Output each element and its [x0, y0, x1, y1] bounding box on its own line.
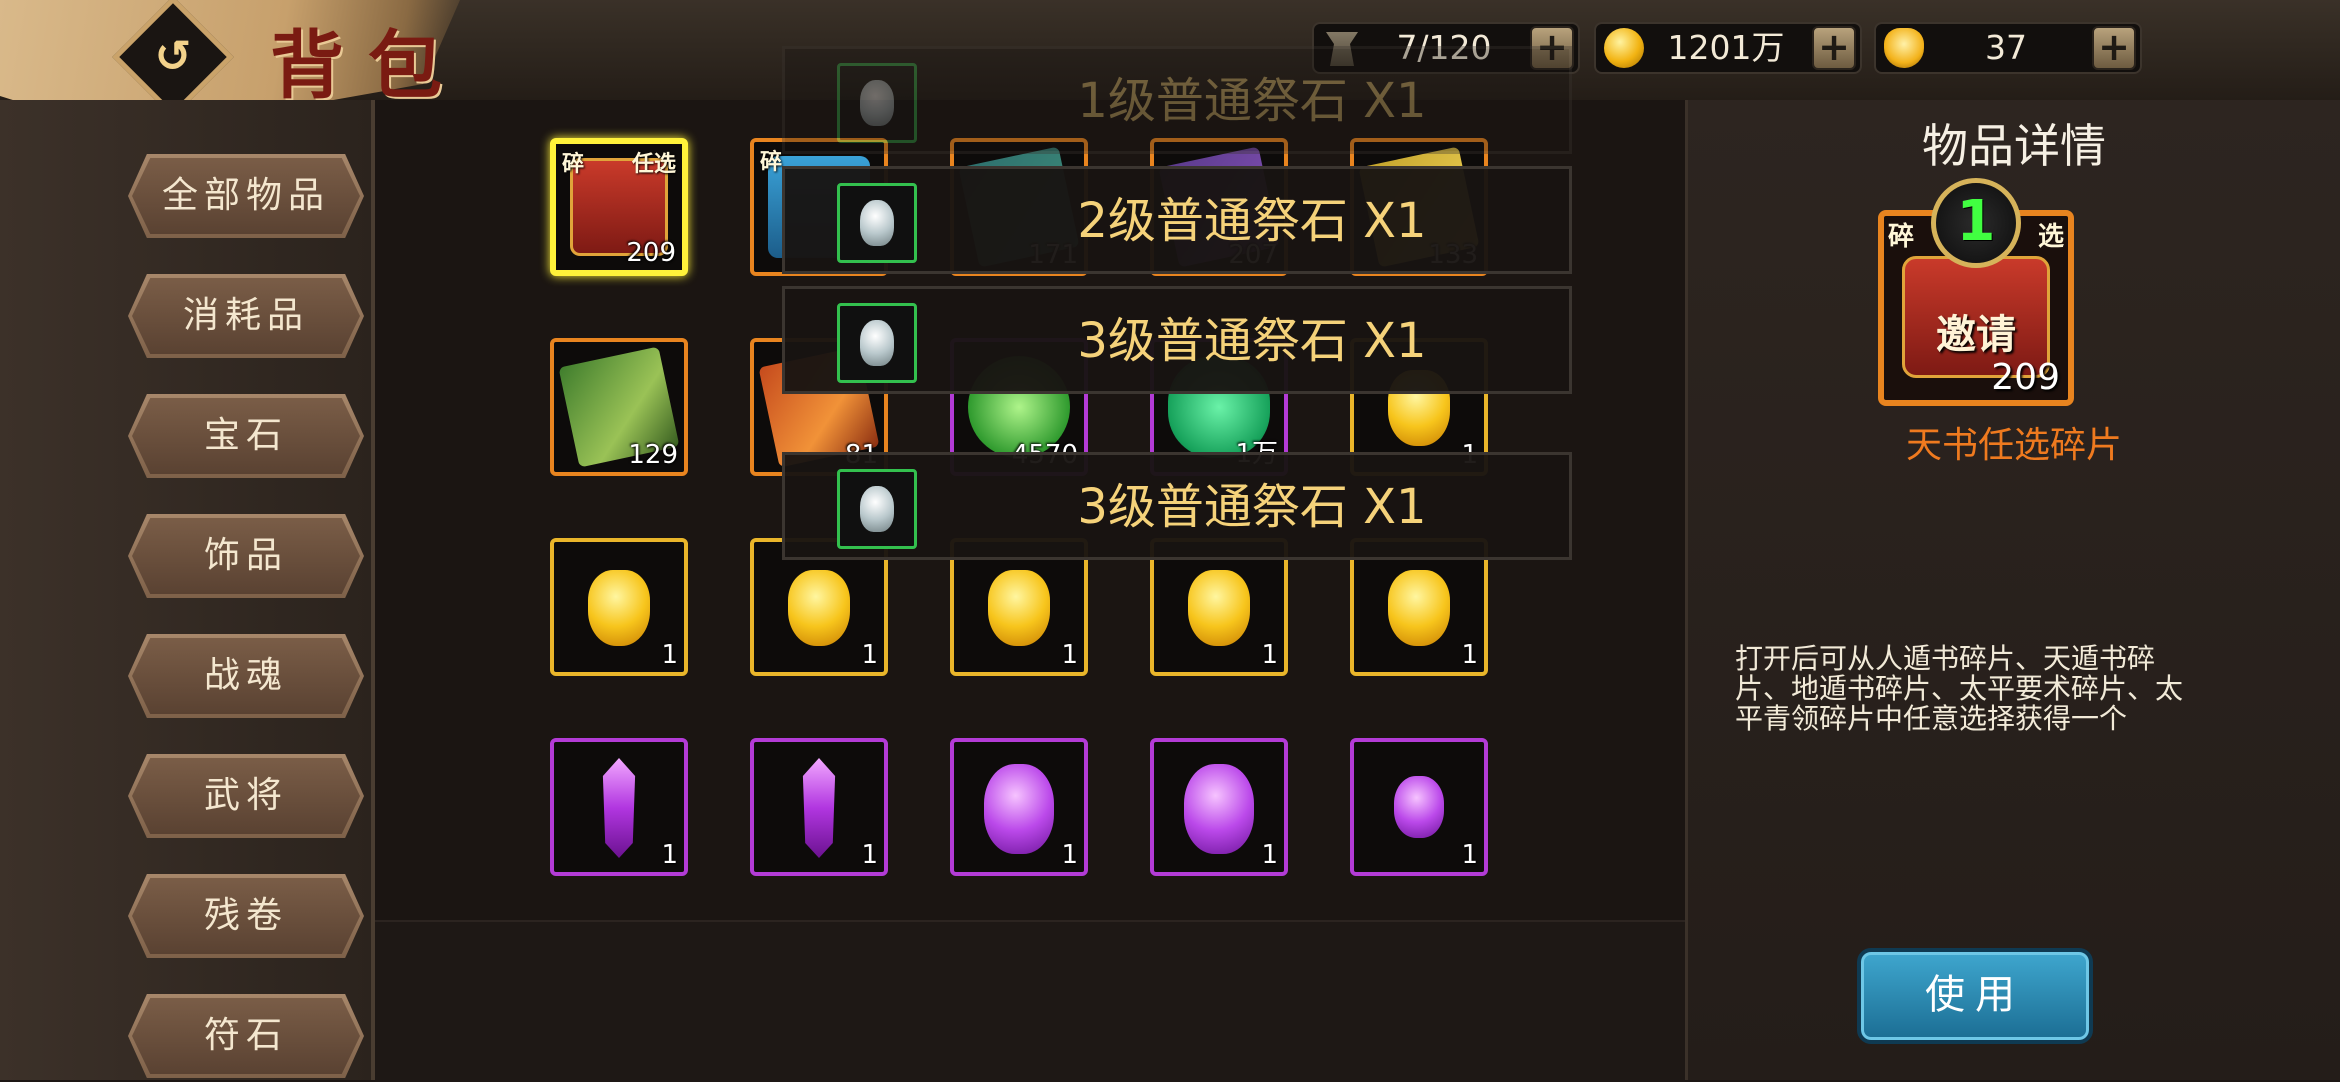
item-count: 1: [1061, 840, 1078, 870]
invite-icon-text: 邀请: [1936, 312, 2016, 358]
item-count: 129: [628, 440, 678, 470]
level-number: 1: [1956, 189, 1996, 254]
sacrificial-stone-icon: [860, 80, 894, 126]
gold-ingot-icon: [1884, 28, 1924, 68]
fragment-tag: 碎: [562, 152, 585, 177]
inventory-slot-r4-c5[interactable]: 1: [1350, 738, 1488, 876]
item-count: 1: [1261, 840, 1278, 870]
reward-popup-3: 3级普通祭石 X1: [782, 286, 1572, 394]
reward-item-slot: [837, 63, 917, 143]
detail-item-count: 209: [1991, 357, 2060, 398]
category-label: 宝石: [132, 398, 360, 474]
gold-ingot-counter: 37 +: [1874, 22, 2142, 74]
item-count: 1: [861, 640, 878, 670]
reward-text: 3级普通祭石 X1: [1077, 313, 1427, 369]
gold-ingot-value: 37: [1985, 28, 2027, 67]
gold-gem-icon: [788, 570, 850, 646]
gold-coin-value: 1201万: [1667, 28, 1785, 67]
item-count: 1: [1061, 640, 1078, 670]
purple-gem-icon: [1184, 764, 1254, 854]
category-war-souls[interactable]: 战魂: [128, 634, 364, 718]
add-gold-button[interactable]: +: [1812, 26, 1856, 70]
item-detail-panel: 物品详情 碎 选 邀请 209 1 天书任选碎片 打开后可从人遁书碎片、天遁书碎…: [1685, 100, 2340, 1080]
item-count: 1: [661, 840, 678, 870]
reward-popup-2: 2级普通祭石 X1: [782, 166, 1572, 274]
gold-gem-icon: [588, 570, 650, 646]
category-rune-stones[interactable]: 符石: [128, 994, 364, 1078]
category-label: 全部物品: [132, 158, 360, 234]
item-count: 1: [661, 640, 678, 670]
detail-item-description: 打开后可从人遁书碎片、天遁书碎片、地遁书碎片、太平要术碎片、太平青领碎片中任意选…: [1735, 642, 2184, 735]
select-tag: 选: [2037, 222, 2064, 252]
level-emblem-icon: 1: [1931, 178, 2021, 268]
inventory-slot-r4-c4[interactable]: 1: [1150, 738, 1288, 876]
item-count: 209: [626, 238, 676, 268]
select-tag: 任选: [631, 152, 676, 177]
page-title: 背包: [270, 23, 466, 109]
inventory-slot-r4-c2[interactable]: 1: [750, 738, 888, 876]
fragment-tag: 碎: [760, 150, 783, 175]
detail-item-name: 天书任选碎片: [1905, 425, 2122, 466]
item-count: 1: [861, 840, 878, 870]
gold-gem-icon: [1188, 570, 1250, 646]
reward-popup-4: 3级普通祭石 X1: [782, 452, 1572, 560]
back-arrow-icon: ↺: [154, 31, 192, 82]
inventory-slot-r1-c1[interactable]: 碎 任选 209: [550, 138, 688, 276]
reward-item-slot: [837, 469, 917, 549]
reward-item-slot: [837, 183, 917, 263]
gold-coin-counter: 1201万 +: [1594, 22, 1862, 74]
category-label: 消耗品: [132, 278, 360, 354]
category-gems[interactable]: 宝石: [128, 394, 364, 478]
category-label: 符石: [132, 998, 360, 1074]
category-consumables[interactable]: 消耗品: [128, 274, 364, 358]
category-scroll-fragments[interactable]: 残卷: [128, 874, 364, 958]
gold-gem-icon: [1388, 570, 1450, 646]
reward-text: 2级普通祭石 X1: [1077, 193, 1427, 249]
inventory-lower-area: [375, 920, 1685, 1082]
inventory-slot-r2-c1[interactable]: 129: [550, 338, 688, 476]
purple-crystal-icon: [802, 758, 836, 858]
inventory-slot-r3-c1[interactable]: 1: [550, 538, 688, 676]
item-count: 1: [1461, 640, 1478, 670]
use-button[interactable]: 使用: [1857, 948, 2093, 1044]
add-ingot-button[interactable]: +: [2092, 26, 2136, 70]
item-count: 1: [1261, 640, 1278, 670]
category-label: 武将: [132, 758, 360, 834]
reward-text: 3级普通祭石 X1: [1077, 479, 1427, 535]
sacrificial-stone-icon: [860, 320, 894, 366]
sacrificial-stone-icon: [860, 486, 894, 532]
sacrificial-stone-icon: [860, 200, 894, 246]
inventory-slot-r4-c3[interactable]: 1: [950, 738, 1088, 876]
category-generals[interactable]: 武将: [128, 754, 364, 838]
purple-crystal-icon: [602, 758, 636, 858]
fragment-tag: 碎: [1888, 222, 1915, 252]
gold-coin-icon: [1604, 28, 1644, 68]
inventory-slot-r4-c1[interactable]: 1: [550, 738, 688, 876]
reward-item-slot: [837, 303, 917, 383]
reward-popup-1: 1级普通祭石 X1: [782, 46, 1572, 154]
purple-small-icon: [1394, 776, 1444, 838]
reward-text: 1级普通祭石 X1: [1077, 73, 1427, 129]
purple-gem-icon: [984, 764, 1054, 854]
detail-title: 物品详情: [1922, 119, 2106, 173]
category-label: 战魂: [132, 638, 360, 714]
category-label: 残卷: [132, 878, 360, 954]
category-all-items[interactable]: 全部物品: [128, 154, 364, 238]
category-label: 饰品: [132, 518, 360, 594]
category-accessories[interactable]: 饰品: [128, 514, 364, 598]
item-count: 1: [1461, 840, 1478, 870]
gold-gem-icon: [988, 570, 1050, 646]
